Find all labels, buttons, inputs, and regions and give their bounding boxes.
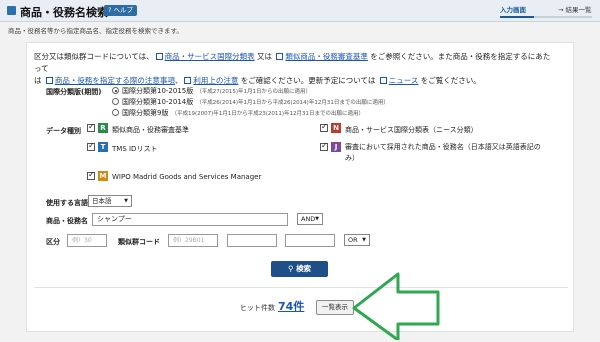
annotation-arrow-icon [352,272,440,340]
similar-code-input-2[interactable] [227,234,277,247]
class-input[interactable]: 例）30 [67,234,107,247]
link-examination-guidelines[interactable]: 類似商品・役務審査基準 [285,52,368,61]
db-m-icon: M [98,171,108,181]
checkbox-data-m[interactable] [87,170,95,180]
link-designation-notes[interactable]: 商品・役務を指定する際の注意事項 [55,76,175,85]
intro-text-2: 又は [254,52,275,61]
page-title: 商品・役務名検索 [20,6,108,19]
intro-text-7: をご覧ください。 [418,76,481,85]
data-type-m-label: WIPO Madrid Goods and Services Manager [112,173,262,181]
radio-unselected[interactable] [112,109,119,116]
intro-text-4: は [34,76,44,85]
db-n-icon: N [331,123,341,133]
goods-operator-value: AND [301,215,316,223]
link-nice-classification[interactable]: 商品・サービス国際分類表 [165,52,255,61]
language-value: 日本語 [92,197,112,205]
chevron-down-icon: ▼ [124,198,128,204]
similar-code-input-1[interactable]: 例）29B01 [168,234,218,247]
external-link-icon [45,77,53,84]
divider [34,287,568,288]
checkbox-data-n[interactable] [320,122,328,132]
data-type-label: データ種別 [46,127,81,135]
hit-count-link[interactable]: 74件 [278,298,304,314]
checkbox-data-t[interactable] [87,141,95,151]
period-option-label: 国際分類第10-2014版 [122,98,194,106]
similar-code-input-3[interactable] [285,234,335,247]
checkbox-data-j[interactable] [320,141,328,151]
help-label: ヘルプ [113,6,134,14]
period-option-9th[interactable]: 国際分類第9版 （平成19(2007)年1月1日から平成23(2011)年12月3… [112,108,364,118]
step-indicator: 入力画面 → 結果一覧 [500,3,592,21]
link-news[interactable]: ニュース [389,76,419,85]
data-type-r-label: 類似商品・役務審査基準 [112,126,189,134]
period-label: 国際分類版(期間) [46,88,102,96]
data-type-n-label: 商品・サービス国際分類表（ニース分類） [345,126,478,134]
hit-count-label: ヒット件数 [240,304,275,312]
goods-label: 商品・役務名 [46,217,88,225]
page-header: 商品・役務名検索 ? ヘルプ 入力画面 → 結果一覧 [0,0,600,22]
db-j-icon: J [331,142,341,152]
external-link-icon [379,77,387,84]
language-select[interactable]: 日本語 ▼ [88,195,132,207]
checkbox-data-r[interactable] [87,122,95,132]
db-t-icon: T [98,142,108,152]
data-type-t-label: TMS IDリスト [112,145,158,153]
period-option-2015[interactable]: 国際分類第10-2015版 （平成27(2015)年1月1日からの出願に適用） [112,86,311,96]
chevron-down-icon: ▼ [362,237,366,243]
data-type-j-label: 審査において採用された商品・役務名（日本語又は英語表記のみ） [345,143,541,162]
search-icon: ⚲ [287,264,294,273]
intro-text: 区分又は類似群コードについては、 商品・サービス国際分類表 又は 類似商品・役務審… [34,51,554,87]
language-label: 使用する言語 [46,199,88,207]
external-link-icon [276,53,284,60]
code-operator-value: OR [348,236,358,244]
external-link-icon [155,53,163,60]
external-link-icon [184,77,192,84]
goods-operator-select[interactable]: AND ▼ [297,213,323,225]
intro-text-1: 区分又は類似群コードについては、 [34,52,154,61]
period-option-label: 国際分類第9版 [122,109,169,117]
search-button-label: 検索 [296,264,312,273]
goods-input[interactable]: シャンプー [92,213,288,226]
step-track-active [500,16,534,18]
period-option-note: （平成19(2007)年1月1日から平成23(2011)年12月31日までの出願… [171,111,365,117]
page-subtitle: 商品・役務名等から指定商品名、指定役務を検索できます。 [8,27,183,35]
radio-unselected[interactable] [112,98,119,105]
similar-code-label: 類似群コード [118,238,160,246]
help-button[interactable]: ? ヘルプ [104,5,138,16]
step-result: → 結果一覧 [558,6,592,14]
db-r-icon: R [98,123,108,133]
step-input: 入力画面 [500,6,526,14]
period-option-label: 国際分類第10-2015版 [122,87,194,95]
code-operator-select[interactable]: OR ▼ [344,234,370,246]
radio-selected[interactable] [112,87,119,94]
period-option-note: （平成27(2015)年1月1日からの出願に適用） [196,89,312,95]
period-option-2014[interactable]: 国際分類第10-2014版 （平成26(2014)年1月1日から平成26(2014… [112,97,389,107]
link-usage-notes[interactable]: 利用上の注意 [193,76,238,85]
title-icon [7,6,16,15]
search-button[interactable]: ⚲ 検索 [271,261,328,277]
period-option-note: （平成26(2014)年1月1日から平成26(2014)年12月31日までの出願… [196,100,389,106]
intro-text-5: 、 [174,76,183,85]
list-view-button[interactable]: 一覧表示 [316,300,354,315]
intro-text-6: をご確認ください。更新予定については [238,76,378,85]
chevron-down-icon: ▼ [315,216,319,222]
class-label: 区分 [46,238,60,246]
